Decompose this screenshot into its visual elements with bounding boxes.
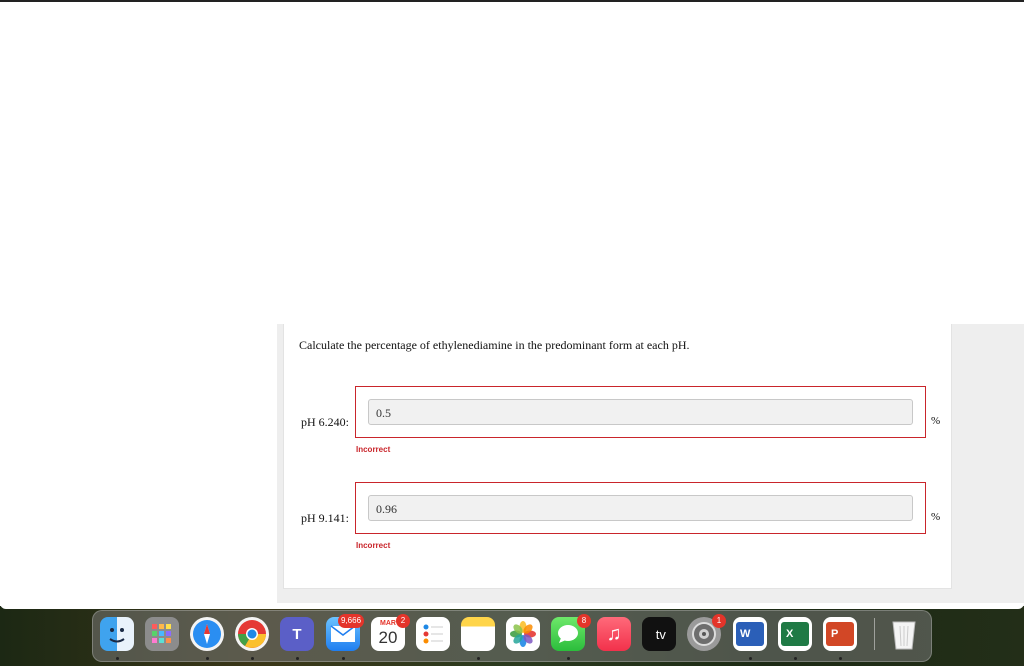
ph-label-2: pH 9.141: — [301, 511, 349, 525]
calendar-badge: 2 — [396, 614, 410, 628]
unit-label-1: % — [931, 415, 941, 427]
word-icon[interactable]: W — [733, 617, 767, 651]
safari-running-dot — [206, 657, 209, 660]
trash-icon[interactable] — [887, 617, 921, 651]
chrome-running-dot — [251, 657, 254, 660]
calendar-day: 20 — [378, 628, 398, 647]
left-pane — [0, 324, 277, 610]
answer-input-2[interactable]: 0.96 — [368, 495, 913, 521]
excel-icon[interactable]: X — [778, 617, 812, 651]
blank-content-area — [0, 2, 1024, 324]
powerpoint-letter: P — [831, 628, 839, 640]
excel-letter: X — [786, 628, 794, 640]
mail-badge: 9,666 — [338, 614, 365, 628]
window-bottom-edge — [0, 603, 1024, 609]
status-incorrect-2: Incorrect — [356, 541, 391, 550]
chrome-icon[interactable] — [235, 617, 269, 651]
answer-input-1[interactable]: 0.5 — [368, 399, 913, 425]
notes-running-dot — [477, 657, 480, 660]
calendar-month: MAR — [380, 620, 396, 627]
word-letter: W — [740, 628, 751, 640]
powerpoint-icon[interactable]: P — [823, 617, 857, 651]
photos-icon[interactable] — [506, 617, 540, 651]
powerpoint-running-dot — [839, 657, 842, 660]
apple-tv-label: tv — [652, 626, 666, 642]
reminders-icon[interactable] — [416, 617, 450, 651]
messages-badge: 8 — [577, 614, 591, 628]
music-icon[interactable]: ♫ — [597, 617, 631, 651]
teams-icon[interactable]: T — [280, 617, 314, 651]
safari-icon[interactable] — [190, 617, 224, 651]
teams-letter: T — [292, 625, 302, 643]
teams-running-dot — [296, 657, 299, 660]
unit-label-2: % — [931, 511, 941, 523]
answer-box-1: 0.5 — [355, 386, 926, 438]
mail-running-dot — [342, 657, 345, 660]
settings-badge: 1 — [712, 614, 726, 628]
launchpad-icon[interactable] — [145, 617, 179, 651]
question-prompt: Calculate the percentage of ethylenediam… — [299, 338, 690, 352]
finder-icon[interactable] — [100, 617, 134, 651]
status-incorrect-1: Incorrect — [356, 445, 391, 454]
notes-icon[interactable] — [461, 617, 495, 651]
dock-separator — [874, 618, 875, 650]
messages-running-dot — [567, 657, 570, 660]
answer-box-2: 0.96 — [355, 482, 926, 534]
excel-running-dot — [794, 657, 797, 660]
apple-tv-icon[interactable]: tv — [642, 617, 676, 651]
finder-running-dot — [116, 657, 119, 660]
ph-label-1: pH 6.240: — [301, 415, 349, 429]
word-running-dot — [749, 657, 752, 660]
